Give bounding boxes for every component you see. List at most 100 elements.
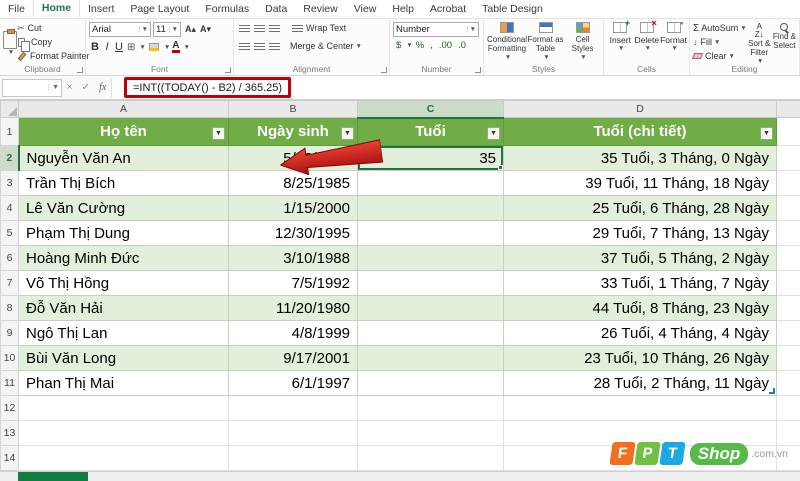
cell[interactable]: [357, 220, 504, 246]
row-header-4[interactable]: 4: [0, 195, 19, 221]
filter-button[interactable]: ▼: [212, 127, 225, 140]
tab-view[interactable]: View: [346, 1, 385, 18]
cell[interactable]: [776, 345, 800, 371]
cell[interactable]: Võ Thị Hồng: [18, 270, 229, 296]
row-header-3[interactable]: 3: [0, 170, 19, 196]
cell[interactable]: [357, 195, 504, 221]
find-select-button[interactable]: Find & Select: [772, 21, 797, 63]
col-header-e[interactable]: [776, 100, 800, 118]
tab-review[interactable]: Review: [295, 1, 345, 18]
name-box[interactable]: ▼: [2, 78, 62, 97]
tab-data[interactable]: Data: [257, 1, 295, 18]
conditional-formatting-button[interactable]: Conditional Formatting ▼: [487, 22, 527, 63]
tab-page-layout[interactable]: Page Layout: [122, 1, 197, 18]
cell[interactable]: [357, 395, 504, 421]
table-header-chitiet[interactable]: Tuổi (chi tiết) ▼: [503, 117, 777, 146]
cell[interactable]: 3/10/1988: [228, 245, 358, 271]
cell[interactable]: 25 Tuổi, 6 Tháng, 28 Ngày: [503, 195, 777, 221]
cell[interactable]: [776, 195, 800, 221]
font-size-combo[interactable]: 11 ▼: [153, 22, 181, 37]
select-all-corner[interactable]: [0, 100, 19, 118]
cell[interactable]: [776, 145, 800, 171]
dialog-launcher-icon[interactable]: [77, 67, 83, 73]
cell[interactable]: [357, 420, 504, 446]
cell[interactable]: 33 Tuổi, 1 Tháng, 7 Ngày: [503, 270, 777, 296]
align-top-icon[interactable]: [239, 24, 250, 32]
merge-center-button[interactable]: Merge & Center ▼: [290, 39, 362, 53]
cell[interactable]: [357, 370, 504, 396]
dialog-launcher-icon[interactable]: [225, 67, 231, 73]
cell[interactable]: [357, 270, 504, 296]
cell[interactable]: [776, 170, 800, 196]
font-color-icon[interactable]: A: [172, 41, 180, 53]
filter-button[interactable]: ▼: [760, 127, 773, 140]
cell[interactable]: [357, 320, 504, 346]
copy-button[interactable]: Copy: [17, 35, 90, 52]
cell[interactable]: Bùi Văn Long: [18, 345, 229, 371]
row-header-9[interactable]: 9: [0, 320, 19, 346]
col-header-b[interactable]: B: [228, 100, 358, 118]
filter-button[interactable]: ▼: [487, 127, 500, 140]
format-as-table-button[interactable]: Format as Table ▼: [527, 22, 564, 63]
font-family-combo[interactable]: Arial ▼: [89, 22, 151, 37]
col-header-a[interactable]: A: [18, 100, 229, 118]
format-cells-button[interactable]: ▪ Format ▼: [660, 19, 687, 63]
cell[interactable]: 35 Tuổi, 3 Tháng, 0 Ngày: [503, 145, 777, 171]
increase-decimal-icon[interactable]: .00: [439, 40, 452, 51]
sort-filter-button[interactable]: A Z↓ Sort & Filter ▼: [747, 21, 772, 66]
underline-button[interactable]: U: [113, 41, 125, 53]
autosum-button[interactable]: Σ AutoSum ▼: [693, 21, 747, 35]
cell[interactable]: 7/5/1992: [228, 270, 358, 296]
cell[interactable]: 28 Tuổi, 2 Tháng, 11 Ngày: [503, 370, 777, 396]
cell[interactable]: Đỗ Văn Hải: [18, 295, 229, 321]
cell[interactable]: Hoàng Minh Đức: [18, 245, 229, 271]
cell[interactable]: 9/17/2001: [228, 345, 358, 371]
row-header-1[interactable]: 1: [0, 117, 19, 146]
cell[interactable]: [776, 370, 800, 396]
wrap-text-button[interactable]: Wrap Text: [290, 21, 346, 35]
row-header-14[interactable]: 14: [0, 445, 19, 471]
cell[interactable]: [776, 320, 800, 346]
cell[interactable]: [357, 170, 504, 196]
cell[interactable]: [228, 395, 358, 421]
fill-handle[interactable]: [498, 165, 503, 170]
decrease-decimal-icon[interactable]: .0: [458, 40, 466, 51]
italic-button[interactable]: I: [101, 41, 113, 53]
table-resize-handle[interactable]: [769, 388, 775, 394]
cell[interactable]: [228, 445, 358, 471]
cell[interactable]: [776, 220, 800, 246]
cancel-icon[interactable]: ×: [67, 82, 73, 93]
borders-icon[interactable]: ⊞: [127, 42, 135, 53]
sheet-tab[interactable]: [18, 472, 88, 481]
delete-cells-button[interactable]: × Delete ▼: [634, 19, 661, 63]
row-header-10[interactable]: 10: [0, 345, 19, 371]
row-header-2[interactable]: 2: [0, 145, 20, 171]
tab-formulas[interactable]: Formulas: [197, 1, 257, 18]
tab-help[interactable]: Help: [384, 1, 422, 18]
cell[interactable]: 37 Tuổi, 5 Tháng, 2 Ngày: [503, 245, 777, 271]
align-bottom-icon[interactable]: [269, 24, 280, 32]
cell[interactable]: 4/8/1999: [228, 320, 358, 346]
dialog-launcher-icon[interactable]: [475, 67, 481, 73]
cell[interactable]: Nguyễn Văn An: [18, 145, 229, 171]
tab-insert[interactable]: Insert: [80, 1, 122, 18]
tab-home[interactable]: Home: [32, 0, 81, 18]
cell[interactable]: [357, 445, 504, 471]
cell[interactable]: [776, 270, 800, 296]
decrease-font-icon[interactable]: A▾: [200, 24, 211, 35]
cell[interactable]: 29 Tuổi, 7 Tháng, 13 Ngày: [503, 220, 777, 246]
tab-file[interactable]: File: [0, 1, 33, 18]
cell[interactable]: [503, 395, 777, 421]
align-right-icon[interactable]: [269, 42, 280, 50]
comma-style-icon[interactable]: ,: [430, 40, 433, 51]
row-header-7[interactable]: 7: [0, 270, 19, 296]
cell[interactable]: 1/15/2000: [228, 195, 358, 221]
fill-color-icon[interactable]: [148, 43, 159, 51]
cell[interactable]: Phan Thị Mai: [18, 370, 229, 396]
cell[interactable]: [18, 395, 229, 421]
percent-icon[interactable]: %: [416, 40, 424, 51]
tab-table-design[interactable]: Table Design: [474, 1, 551, 18]
cell[interactable]: Ngô Thị Lan: [18, 320, 229, 346]
cell-styles-button[interactable]: Cell Styles ▼: [564, 22, 601, 63]
number-format-combo[interactable]: Number ▼: [393, 22, 479, 37]
